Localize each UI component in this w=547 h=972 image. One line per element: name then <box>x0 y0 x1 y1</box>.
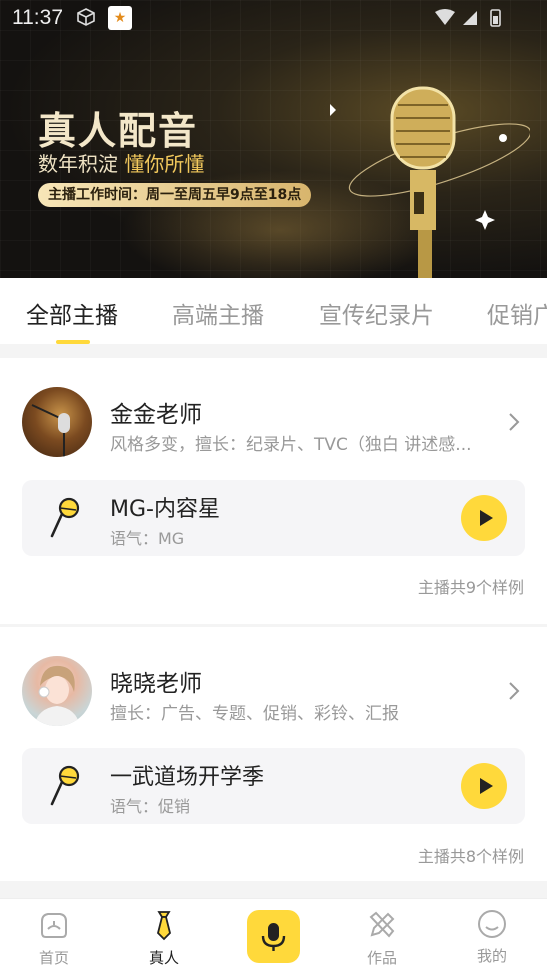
voice-sample[interactable]: 一武道场开学季 语气：促销 <box>22 748 525 824</box>
smile-icon <box>478 910 506 938</box>
microphone-icon <box>261 923 286 951</box>
play-button[interactable] <box>461 763 507 809</box>
avatar[interactable] <box>22 387 92 457</box>
sample-count[interactable]: 主播共8个样例 <box>418 843 524 867</box>
chevron-right-icon[interactable] <box>505 679 523 703</box>
nav-profile[interactable]: 我的 <box>452 899 532 972</box>
nav-home[interactable]: 首页 <box>14 899 94 972</box>
microphone-icon <box>50 497 80 538</box>
cube-icon <box>77 8 95 26</box>
studio-microphone-photo <box>31 404 70 457</box>
nav-voice-actors[interactable]: 真人 <box>124 899 204 972</box>
anchor-description: 风格多变，擅长：纪录片、TVC（独白 讲述感... <box>110 435 472 455</box>
pencil-icon <box>369 911 395 938</box>
nav-profile-label: 我的 <box>476 947 507 965</box>
anchor-name[interactable]: 金金老师 <box>110 395 202 429</box>
signal-battery-icon <box>435 9 501 27</box>
play-button[interactable] <box>461 495 507 541</box>
home-icon <box>41 913 67 938</box>
tab-premium-anchors[interactable]: 高端主播 <box>172 296 264 330</box>
tab-all-anchors[interactable]: 全部主播 <box>26 296 118 330</box>
sample-title: 一武道场开学季 <box>110 765 265 790</box>
sample-title: MG-内容星 <box>110 497 220 522</box>
microphone-illustration <box>330 86 530 278</box>
sample-count[interactable]: 主播共9个样例 <box>418 574 524 598</box>
nav-voice-actors-label: 真人 <box>148 949 179 967</box>
microphone-icon <box>50 765 80 806</box>
app-screen: 11:37 ★ 真人配音 数年积淀 懂你所懂 主播工作时间：周一至周五早9点至1… <box>0 0 547 972</box>
app-notification-icon: ★ <box>108 6 132 30</box>
status-bar: 11:37 ★ <box>0 0 547 36</box>
banner-subtitle: 数年积淀 懂你所懂 <box>38 152 205 176</box>
promo-banner[interactable]: 11:37 ★ 真人配音 数年积淀 懂你所懂 主播工作时间：周一至周五早9点至1… <box>0 0 547 278</box>
sample-tone: 语气：促销 <box>110 797 191 816</box>
record-button[interactable] <box>247 910 300 963</box>
anchor-card: 晓晓老师 擅长：广告、专题、促销、彩铃、汇报 一武道场开学季 语气：促销 主播共… <box>0 627 547 881</box>
nav-works[interactable]: 作品 <box>342 899 422 972</box>
nav-works-label: 作品 <box>366 949 397 967</box>
banner-title: 真人配音 <box>38 109 199 153</box>
category-tabs: 全部主播 高端主播 宣传纪录片 促销广 <box>0 278 547 344</box>
sample-tone: 语气：MG <box>110 529 185 548</box>
working-hours-badge: 主播工作时间：周一至周五早9点至18点 <box>38 183 312 207</box>
anchor-card: 金金老师 风格多变，擅长：纪录片、TVC（独白 讲述感... MG-内容星 语气… <box>0 358 547 624</box>
anchor-name[interactable]: 晓晓老师 <box>110 664 202 698</box>
tab-documentary[interactable]: 宣传纪录片 <box>319 296 434 330</box>
anchor-description: 擅长：广告、专题、促销、彩铃、汇报 <box>110 704 399 724</box>
tab-promotion[interactable]: 促销广 <box>487 296 547 330</box>
voice-sample[interactable]: MG-内容星 语气：MG <box>22 480 525 556</box>
status-time: 11:37 <box>12 6 63 29</box>
nav-home-label: 首页 <box>38 949 69 967</box>
bottom-navigation: 首页 真人 作品 我的 <box>0 898 547 972</box>
tie-icon <box>157 911 171 941</box>
chevron-right-icon[interactable] <box>505 410 523 434</box>
active-tab-indicator <box>56 340 90 344</box>
portrait-photo <box>34 665 80 726</box>
avatar[interactable] <box>22 656 92 726</box>
